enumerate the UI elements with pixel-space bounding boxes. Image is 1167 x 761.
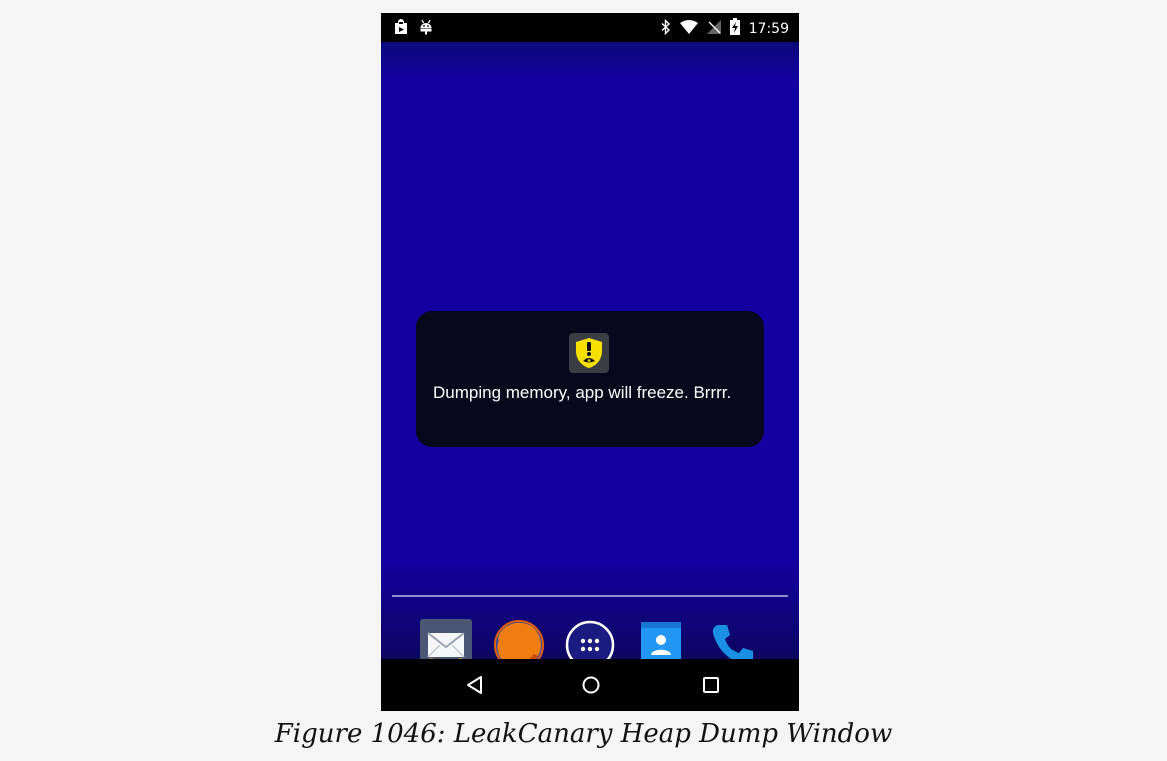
status-bar: 17:59	[381, 13, 799, 42]
status-clock: 17:59	[748, 20, 789, 37]
shopping-bag-icon	[393, 19, 409, 39]
dock-divider	[392, 595, 788, 597]
battery-charging-icon	[729, 18, 740, 39]
navigation-bar	[381, 659, 799, 711]
status-bar-system-icons: 17:59	[661, 18, 789, 39]
wifi-icon	[679, 19, 698, 38]
home-screen-wallpaper: Dumping memory, app will freeze. Brrrr.	[381, 42, 799, 671]
status-bar-notifications	[393, 19, 433, 39]
bluetooth-icon	[661, 18, 671, 39]
back-icon[interactable]	[461, 673, 489, 697]
toast-message: Dumping memory, app will freeze. Brrrr.	[433, 383, 732, 402]
figure-caption: Figure 1046: LeakCanary Heap Dump Window	[274, 719, 893, 749]
home-icon[interactable]	[577, 673, 605, 697]
recents-icon[interactable]	[697, 673, 725, 697]
leakcanary-icon	[569, 333, 609, 373]
android-icon	[419, 19, 433, 39]
phone-screen: 17:59 Dumping memory, app will freeze. B…	[381, 13, 799, 711]
toast-popup: Dumping memory, app will freeze. Brrrr.	[416, 311, 764, 447]
no-signal-icon	[706, 19, 721, 38]
